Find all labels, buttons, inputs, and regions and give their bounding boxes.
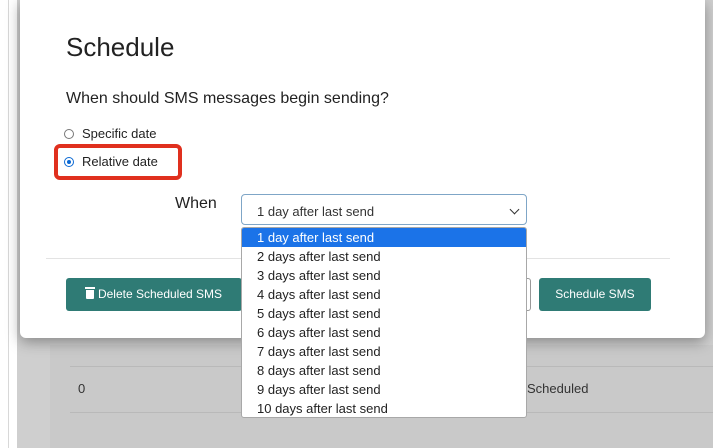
schedule-sms-button[interactable]: Schedule SMS xyxy=(539,278,651,311)
radio-label-specific-date: Specific date xyxy=(82,126,157,141)
dropdown-option[interactable]: 8 days after last send xyxy=(242,361,526,380)
dropdown-option[interactable]: 6 days after last send xyxy=(242,323,526,342)
chevron-down-icon xyxy=(509,204,520,215)
modal-title: Schedule xyxy=(66,32,175,62)
delete-scheduled-sms-button[interactable]: Delete Scheduled SMS xyxy=(66,278,242,311)
dropdown-option[interactable]: 5 days after last send xyxy=(242,304,526,323)
when-dropdown-list[interactable]: 1 day after last send 2 days after last … xyxy=(241,227,527,418)
when-select-value: 1 day after last send xyxy=(257,204,375,219)
dropdown-option[interactable]: 9 days after last send xyxy=(242,380,526,399)
radio-button-unchecked[interactable] xyxy=(64,128,74,139)
table-cell-count: 0 xyxy=(78,381,86,396)
page-left-border xyxy=(8,0,9,448)
dropdown-option[interactable]: 3 days after last send xyxy=(242,266,526,285)
annotation-highlight-box xyxy=(54,144,182,180)
when-label: When xyxy=(175,195,217,212)
dropdown-option[interactable]: 7 days after last send xyxy=(242,342,526,361)
schedule-question: When should SMS messages begin sending? xyxy=(66,90,389,107)
dropdown-option[interactable]: 10 days after last send xyxy=(242,399,526,417)
when-select[interactable]: 1 day after last send xyxy=(241,194,527,225)
radio-specific-date[interactable]: Specific date xyxy=(64,126,156,141)
dropdown-option[interactable]: 1 day after last send xyxy=(242,228,526,247)
delete-button-label: Delete Scheduled SMS xyxy=(97,287,223,301)
trash-icon xyxy=(84,287,95,299)
dropdown-option[interactable]: 4 days after last send xyxy=(242,285,526,304)
dropdown-option[interactable]: 2 days after last send xyxy=(242,247,526,266)
table-cell-status: Scheduled xyxy=(527,381,589,396)
